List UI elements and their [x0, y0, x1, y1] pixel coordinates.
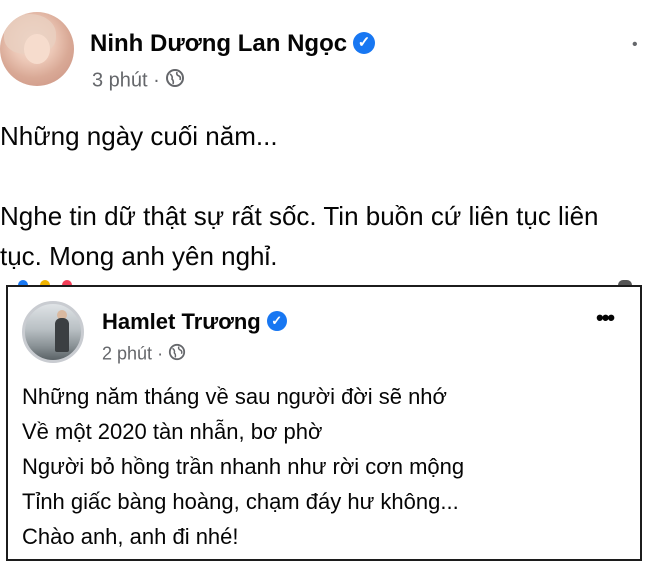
globe-icon[interactable] — [168, 343, 186, 366]
post-time[interactable]: 2 phút — [102, 343, 152, 363]
post-paragraph: Nghe tin dữ thật sự rất sốc. Tin buồn cứ… — [0, 201, 599, 231]
author-avatar[interactable] — [0, 12, 74, 86]
post-body: Những ngày cuối năm... Nghe tin dữ thật … — [0, 116, 599, 276]
post-time[interactable]: 3 phút — [92, 69, 148, 91]
avatar-figure-shape — [55, 318, 69, 352]
author-name-row: Ninh Dương Lan Ngọc ✓ — [90, 30, 376, 58]
post-meta: 2 phút · — [102, 343, 186, 366]
verified-badge-icon: ✓ — [266, 311, 287, 332]
author-name[interactable]: Ninh Dương Lan Ngọc — [90, 30, 347, 57]
globe-icon[interactable] — [165, 68, 185, 94]
author-name[interactable]: Hamlet Trương — [102, 309, 261, 334]
post-meta: 3 phút · — [92, 68, 185, 94]
meta-separator: · — [153, 69, 160, 92]
more-options-icon[interactable]: • — [632, 36, 638, 54]
poem-line: Người bỏ hồng trần nhanh như rời cơn mộn… — [22, 454, 465, 479]
poem-line: Những năm tháng về sau người đời sẽ nhớ — [22, 384, 447, 409]
post-body: Những năm tháng về sau người đời sẽ nhớ … — [22, 379, 464, 554]
post-paragraph: Những ngày cuối năm... — [0, 121, 278, 151]
poem-line: Tỉnh giấc bàng hoàng, chạm đáy hư không.… — [22, 489, 459, 514]
meta-separator: · — [157, 343, 164, 364]
author-avatar[interactable] — [22, 301, 84, 363]
post-hamlet-truong: Hamlet Trương ✓ 2 phút · ••• Những năm th… — [6, 285, 642, 561]
post-paragraph-blank — [0, 156, 599, 196]
verified-badge-icon: ✓ — [353, 31, 376, 54]
author-name-row: Hamlet Trương ✓ — [102, 309, 287, 335]
poem-line: Về một 2020 tàn nhẫn, bơ phờ — [22, 419, 323, 444]
avatar-face-shape — [24, 34, 50, 64]
more-options-button[interactable]: ••• — [596, 305, 615, 331]
post-ninh-duong-lan-ngoc: Ninh Dương Lan Ngọc ✓ 3 phút · • Những ng… — [0, 0, 645, 280]
post-paragraph: tục. Mong anh yên nghỉ. — [0, 241, 278, 271]
poem-line: Chào anh, anh đi nhé! — [22, 524, 239, 549]
